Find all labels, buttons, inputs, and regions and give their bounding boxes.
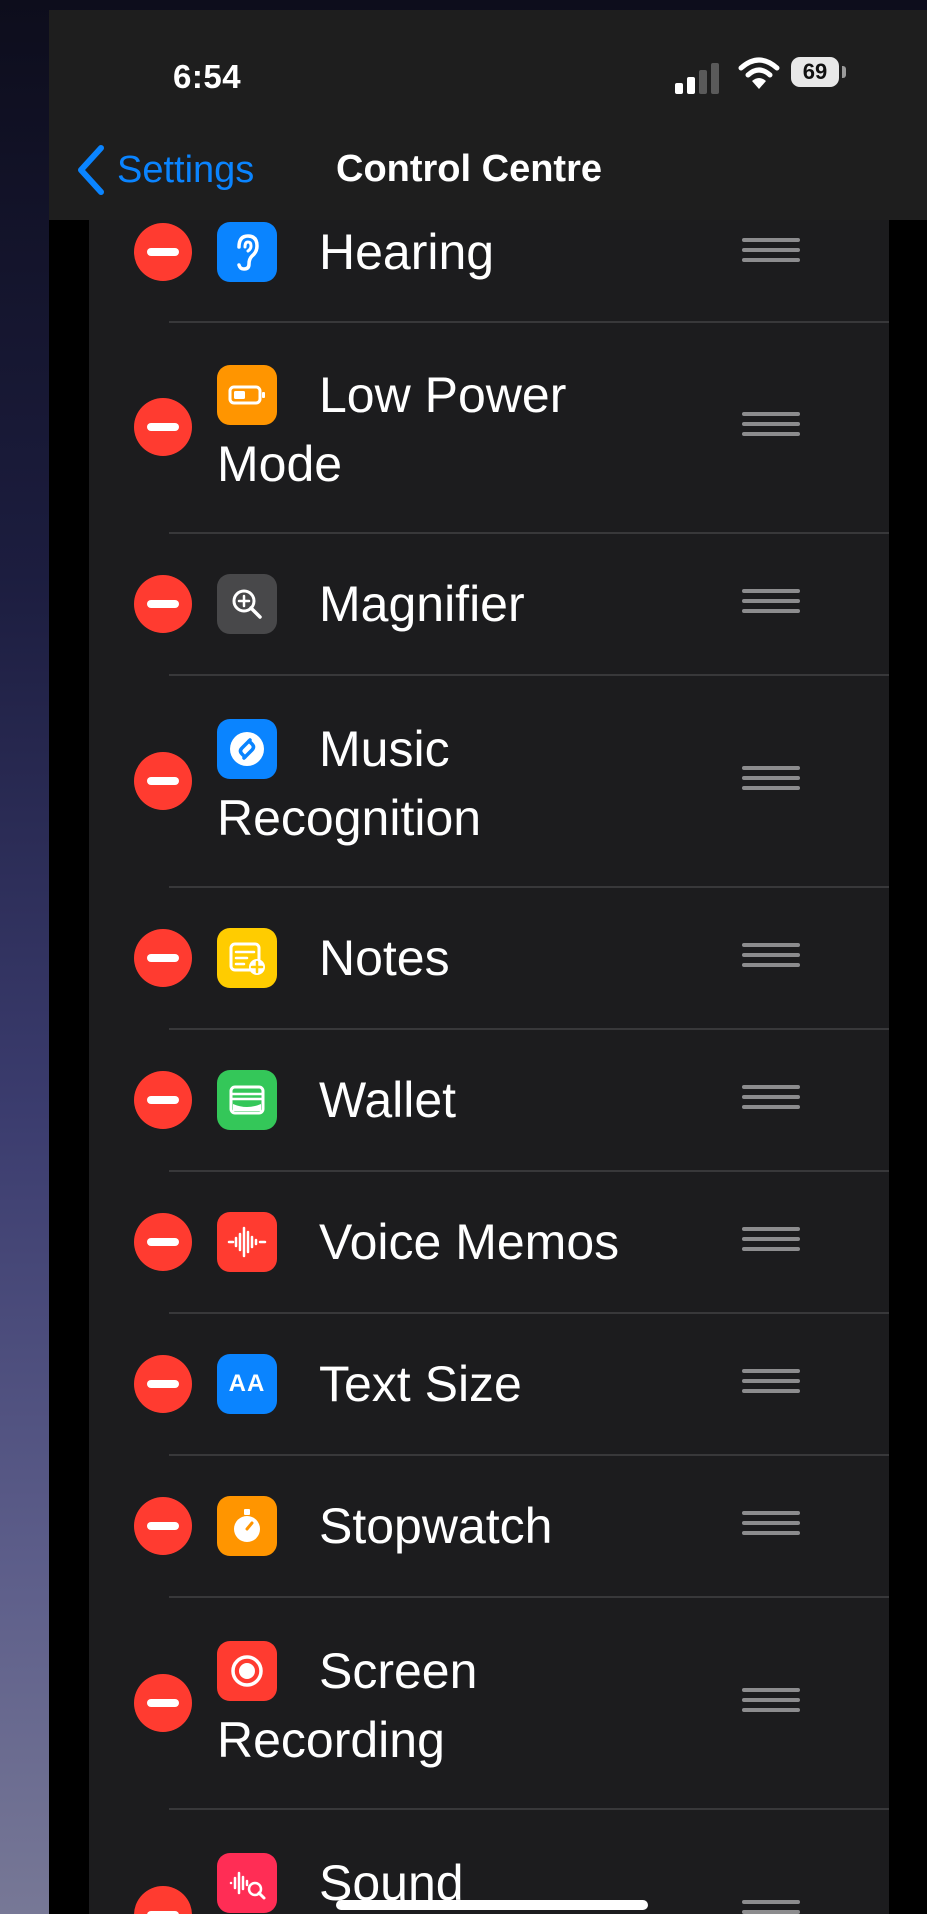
reorder-handle-hearing[interactable] [742, 238, 800, 270]
reorder-handle-screen-recording[interactable] [742, 1688, 800, 1720]
signal-bar [675, 83, 683, 94]
reorder-handle-low-power-mode[interactable] [742, 412, 800, 444]
delete-button-text-size[interactable] [134, 1355, 192, 1413]
delete-button-sound-recognition[interactable] [134, 1886, 192, 1914]
magnifier-icon [217, 574, 277, 634]
control-label-screen-recording: Screen [319, 1643, 478, 1699]
control-label-voice-memos: Voice Memos [319, 1214, 620, 1270]
ear-icon [217, 222, 277, 282]
control-label-notes: Notes [319, 930, 450, 986]
delete-button-notes[interactable] [134, 929, 192, 987]
stopwatch-icon [217, 1496, 277, 1556]
sound-recognition-icon [217, 1853, 277, 1913]
battery-icon [217, 365, 277, 425]
control-row-magnifier: Magnifier [89, 534, 889, 674]
signal-bar [711, 63, 719, 94]
reorder-handle-music-recognition[interactable] [742, 766, 800, 798]
text-size-icon: AA [217, 1354, 277, 1414]
delete-button-voice-memos[interactable] [134, 1213, 192, 1271]
notes-icon [217, 928, 277, 988]
delete-button-stopwatch[interactable] [134, 1497, 192, 1555]
control-row-hearing: Hearing [89, 180, 889, 322]
wallet-icon [217, 1070, 277, 1130]
signal-bar [687, 77, 695, 94]
control-label-low-power-mode-line2: Mode [217, 436, 343, 492]
included-controls-list: Hearing Low Power Mode Magnifier Music R… [89, 220, 889, 1914]
battery-icon: 69 [791, 57, 839, 87]
battery-tip [842, 66, 846, 78]
reorder-handle-text-size[interactable] [742, 1369, 800, 1401]
status-bar: 6:54 69 [49, 10, 927, 122]
reorder-handle-stopwatch[interactable] [742, 1511, 800, 1543]
delete-button-music-recognition[interactable] [134, 752, 192, 810]
control-label-low-power-mode: Low Power [319, 367, 567, 423]
control-label-text-size: Text Size [319, 1356, 522, 1412]
delete-button-low-power-mode[interactable] [134, 398, 192, 456]
reorder-handle-sound-recognition[interactable] [742, 1900, 800, 1914]
shazam-icon [217, 719, 277, 779]
delete-button-hearing[interactable] [134, 223, 192, 281]
reorder-handle-magnifier[interactable] [742, 589, 800, 621]
control-label-screen-recording-line2: Recording [217, 1712, 445, 1768]
reorder-handle-wallet[interactable] [742, 1085, 800, 1117]
signal-bar [699, 70, 707, 94]
control-label-music-recognition-line2: Recognition [217, 790, 482, 846]
delete-button-wallet[interactable] [134, 1071, 192, 1129]
reorder-handle-notes[interactable] [742, 943, 800, 975]
phone-screen: 6:54 69 Settings Control Centre Hearing … [49, 10, 927, 1914]
control-row-screen-recording: Screen Recording [89, 1598, 889, 1808]
waveform-icon [217, 1212, 277, 1272]
wifi-icon [738, 57, 780, 89]
reorder-handle-voice-memos[interactable] [742, 1227, 800, 1259]
control-row-music-recognition: Music Recognition [89, 676, 889, 886]
control-row-stopwatch: Stopwatch [89, 1456, 889, 1596]
delete-button-screen-recording[interactable] [134, 1674, 192, 1732]
status-time: 6:54 [173, 58, 242, 95]
control-label-magnifier: Magnifier [319, 576, 525, 632]
control-row-sound-recognition: Sound [89, 1810, 889, 1914]
control-row-voice-memos: Voice Memos [89, 1172, 889, 1312]
home-indicator[interactable] [336, 1900, 648, 1910]
delete-button-magnifier[interactable] [134, 575, 192, 633]
cellular-signal-icon [675, 60, 725, 94]
control-row-notes: Notes [89, 888, 889, 1028]
control-label-stopwatch: Stopwatch [319, 1498, 553, 1554]
control-row-low-power-mode: Low Power Mode [89, 322, 889, 532]
control-label-wallet: Wallet [319, 1072, 457, 1128]
control-label-hearing: Hearing [319, 224, 495, 280]
record-icon [217, 1641, 277, 1701]
control-row-text-size: AA Text Size [89, 1314, 889, 1454]
control-label-music-recognition: Music [319, 721, 450, 777]
control-row-wallet: Wallet [89, 1030, 889, 1170]
text-size-glyph: AA [228, 1370, 266, 1397]
